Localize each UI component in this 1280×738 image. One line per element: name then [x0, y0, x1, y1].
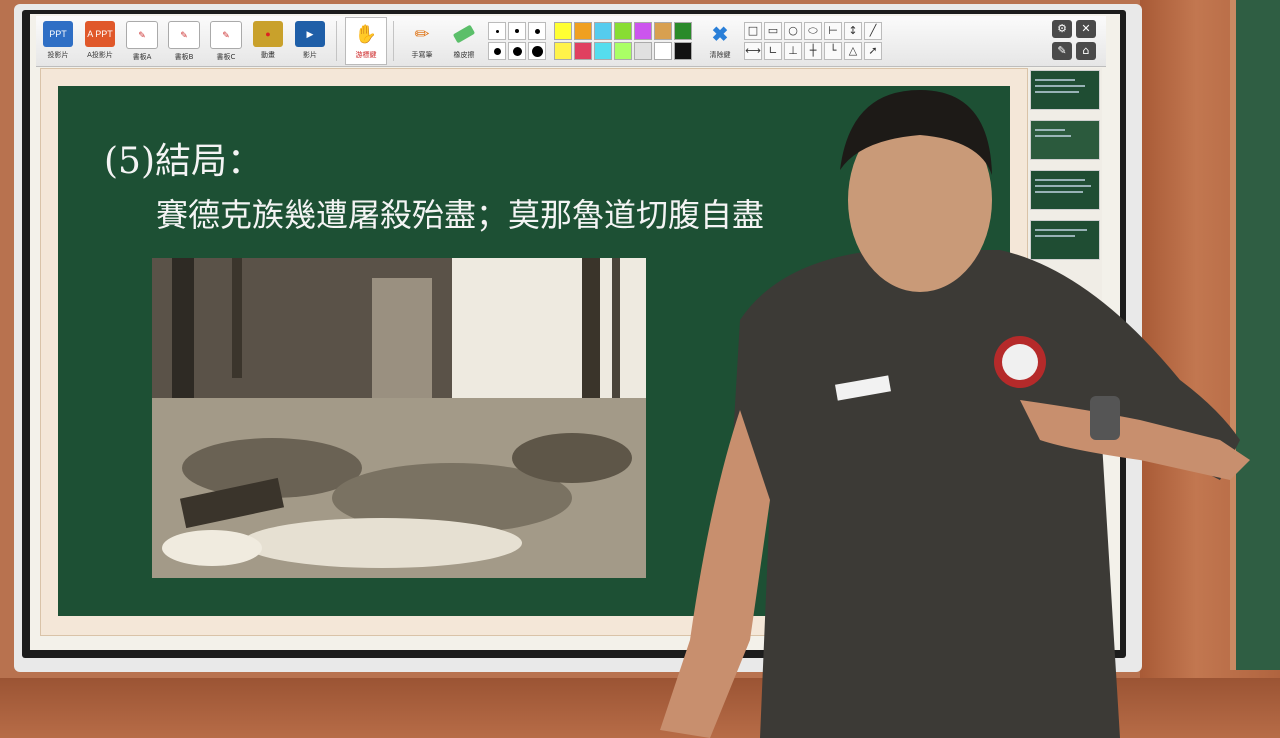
color-swatch[interactable]: [594, 42, 612, 60]
color-swatch[interactable]: [654, 22, 672, 40]
stroke-size-4[interactable]: [488, 42, 506, 60]
color-swatch[interactable]: [554, 22, 572, 40]
horizontal-line-tool-icon[interactable]: ⊢: [824, 22, 842, 40]
wide-rectangle-tool-icon[interactable]: ▭: [764, 22, 782, 40]
color-palette: [554, 22, 692, 60]
h-axis-tool-icon[interactable]: ⟷: [744, 42, 762, 60]
t-axis-tool-icon[interactable]: ⊥: [784, 42, 802, 60]
clear-button[interactable]: ✖ 清除鍵: [700, 18, 740, 64]
circle-tool-icon[interactable]: ○: [784, 22, 802, 40]
video-icon: ▶: [295, 21, 325, 47]
arrow-cursor-icon[interactable]: ➚: [864, 42, 882, 60]
board-b-icon: ✎: [168, 21, 200, 49]
ellipse-tool-icon[interactable]: ⬭: [804, 22, 822, 40]
color-swatch[interactable]: [554, 42, 572, 60]
pen-icon: ✏: [414, 23, 430, 44]
presenter-figure: [660, 90, 1250, 738]
system-buttons: ⚙ ✕ ✎ ⌂: [1052, 20, 1096, 60]
cross-axis-tool-icon[interactable]: ┼: [804, 42, 822, 60]
pointer-button[interactable]: ✋ 游標鍵: [345, 17, 387, 65]
clear-x-icon: ✖: [711, 23, 729, 46]
animation-button[interactable]: ● 動畫: [248, 18, 288, 64]
stroke-size-2[interactable]: [508, 22, 526, 40]
color-swatch[interactable]: [654, 42, 672, 60]
stroke-size-picker: [488, 22, 546, 60]
color-swatch[interactable]: [574, 22, 592, 40]
historical-photo: [152, 258, 646, 578]
color-swatch[interactable]: [634, 42, 652, 60]
appt-button[interactable]: A PPT A投影片: [80, 18, 120, 64]
color-swatch[interactable]: [674, 22, 692, 40]
eraser-button[interactable]: 橡皮擦: [444, 18, 484, 64]
triangle-tool-icon[interactable]: △: [844, 42, 862, 60]
rectangle-tool-icon[interactable]: □: [744, 22, 762, 40]
slide-title: (5)結局：: [104, 141, 263, 182]
color-swatch[interactable]: [574, 42, 592, 60]
board-a-icon: ✎: [126, 21, 158, 49]
ppt-icon: PPT: [43, 21, 73, 47]
ppt-button[interactable]: PPT 投影片: [38, 18, 78, 64]
vertical-line-tool-icon[interactable]: ↕: [844, 22, 862, 40]
appt-icon: A PPT: [85, 21, 115, 47]
color-swatch[interactable]: [634, 22, 652, 40]
corner-tool-icon[interactable]: ∟: [764, 42, 782, 60]
eraser-icon: [449, 21, 479, 47]
color-swatch[interactable]: [614, 22, 632, 40]
stroke-size-6[interactable]: [528, 42, 546, 60]
hand-icon: ✋: [354, 23, 378, 44]
animation-icon: ●: [253, 21, 283, 47]
shape-tool-grid: □ ▭ ○ ⬭ ⊢ ↕ ╱ ⟷ ∟ ⊥ ┼ └ △ ➚: [744, 22, 882, 60]
settings-gear-icon[interactable]: ⚙: [1052, 20, 1072, 38]
stroke-size-1[interactable]: [488, 22, 506, 40]
color-swatch[interactable]: [594, 22, 612, 40]
color-swatch[interactable]: [674, 42, 692, 60]
color-swatch[interactable]: [614, 42, 632, 60]
stroke-size-5[interactable]: [508, 42, 526, 60]
pen-button[interactable]: ✏ 手寫筆: [402, 18, 442, 64]
home-icon[interactable]: ⌂: [1076, 42, 1096, 60]
video-button[interactable]: ▶ 影片: [290, 18, 330, 64]
board-c-button[interactable]: ✎ 書板C: [206, 18, 246, 64]
board-c-icon: ✎: [210, 21, 242, 49]
toolbar-separator: [393, 21, 394, 61]
diagonal-line-tool-icon[interactable]: ╱: [864, 22, 882, 40]
stroke-size-3[interactable]: [528, 22, 546, 40]
close-icon[interactable]: ✕: [1076, 20, 1096, 38]
board-b-button[interactable]: ✎ 書板B: [164, 18, 204, 64]
board-a-button[interactable]: ✎ 書板A: [122, 18, 162, 64]
l-axis-tool-icon[interactable]: └: [824, 42, 842, 60]
pen-tool-icon[interactable]: ✎: [1052, 42, 1072, 60]
toolbar-separator: [336, 21, 337, 61]
toolbar: PPT 投影片 A PPT A投影片 ✎ 書板A ✎ 書板B ✎ 書板C ● 動…: [36, 16, 1106, 67]
